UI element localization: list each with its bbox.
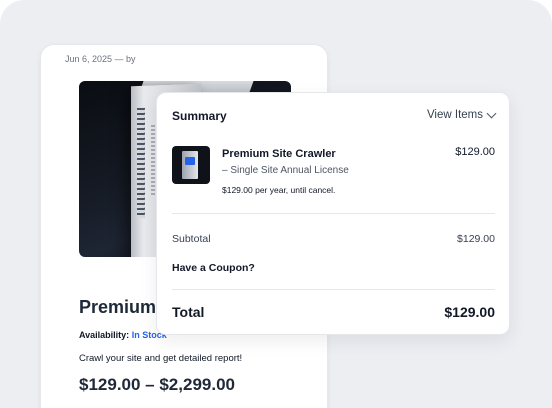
box-barcode: [137, 107, 145, 219]
price-range: $129.00 – $2,299.00: [79, 375, 235, 394]
order-summary-card: Summary View Items Premium Site Crawler …: [156, 92, 510, 335]
item-variant: – Single Site Annual License: [222, 165, 349, 176]
summary-heading: Summary: [172, 109, 227, 123]
divider: [172, 289, 495, 290]
subtotal-label: Subtotal: [172, 233, 211, 245]
view-items-toggle[interactable]: View Items: [426, 108, 497, 121]
coupon-link[interactable]: Have a Coupon?: [172, 262, 255, 274]
total-label: Total: [172, 304, 205, 320]
availability-label: Availability:: [79, 330, 130, 340]
item-name: Premium Site Crawler: [222, 148, 336, 160]
box-text-strip: [151, 125, 155, 196]
view-items-label: View Items: [426, 109, 483, 121]
item-price: $129.00: [455, 146, 495, 158]
thumbnail-screen: [185, 157, 195, 165]
availability: Availability: In Stock: [79, 330, 167, 340]
thumbnail-device: [182, 151, 198, 179]
post-meta: Jun 6, 2025 — by: [65, 54, 136, 64]
total-value: $129.00: [444, 304, 495, 320]
divider: [172, 213, 495, 214]
chevron-down-icon: [486, 108, 497, 118]
item-recurring-note: $129.00 per year, until cancel.: [222, 185, 336, 195]
item-thumbnail: [172, 146, 210, 184]
product-description: Crawl your site and get detailed report!: [79, 353, 243, 364]
subtotal-value: $129.00: [457, 233, 495, 245]
